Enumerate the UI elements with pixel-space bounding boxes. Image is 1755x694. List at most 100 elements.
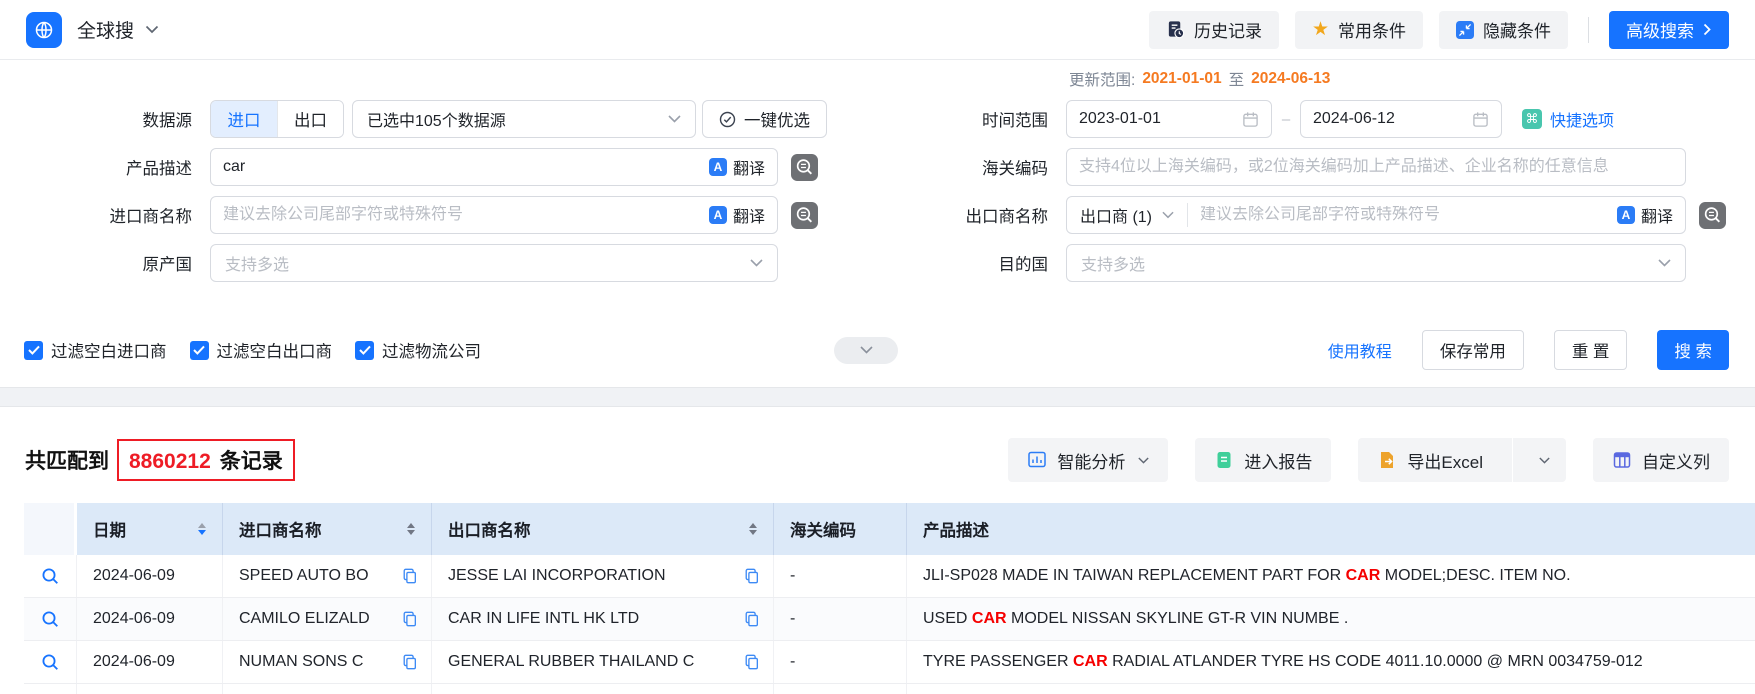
translate-button[interactable]: A 翻译 <box>709 203 765 227</box>
topbar-actions: 历史记录 ★ 常用条件 隐藏条件 高级搜索 <box>1149 11 1729 49</box>
start-date-field[interactable]: 2023-01-01 <box>1066 100 1272 138</box>
view-detail-button[interactable] <box>40 609 60 629</box>
translate-label: 翻译 <box>1641 203 1673 227</box>
importer-fieldbox: A 翻译 <box>210 196 778 234</box>
view-detail-button[interactable] <box>40 566 60 586</box>
results-header: 共匹配到 8860212 条记录 智能分析 进入报告 <box>0 437 1755 483</box>
checkbox-checked-icon <box>190 341 209 360</box>
results-table: 日期 进口商名称 出口商名称 <box>24 503 1755 694</box>
date-range-separator: – <box>1272 111 1300 128</box>
results-actions: 智能分析 进入报告 导出Excel <box>1008 438 1729 482</box>
copy-icon[interactable] <box>402 611 418 627</box>
header-hs-code: 海关编码 <box>774 503 907 555</box>
app-logo[interactable] <box>26 12 62 48</box>
tutorial-link[interactable]: 使用教程 <box>1328 338 1392 362</box>
import-tab[interactable]: 进口 <box>211 101 277 137</box>
dest-country-select[interactable]: 支持多选 <box>1066 244 1686 282</box>
importer-name-label: 进口商名称 <box>0 203 210 227</box>
view-detail-button[interactable] <box>40 652 60 672</box>
origin-country-label: 原产国 <box>0 251 210 275</box>
export-tab[interactable]: 出口 <box>277 101 343 137</box>
favorites-button[interactable]: ★ 常用条件 <box>1295 11 1423 49</box>
hide-conditions-button[interactable]: 隐藏条件 <box>1439 11 1568 49</box>
cell-date: 2024-06-09 <box>93 653 175 671</box>
table-row: 2024-06-09 CAMILO ELIZALD CAR IN LIFE IN… <box>24 598 1755 641</box>
exact-match-icon[interactable] <box>1699 202 1726 229</box>
export-excel-main[interactable]: 导出Excel <box>1358 438 1502 482</box>
header-desc-label: 产品描述 <box>923 517 989 541</box>
exact-match-icon[interactable] <box>791 154 818 181</box>
translate-button[interactable]: A 翻译 <box>709 155 765 179</box>
export-options-button[interactable] <box>1523 438 1566 482</box>
collapse-form-button[interactable] <box>834 337 898 364</box>
collapse-icon <box>1456 21 1474 39</box>
one-click-optimize-button[interactable]: 一键优选 <box>702 100 827 138</box>
product-desc-fieldbox: A 翻译 <box>210 148 778 186</box>
data-source-select[interactable]: 已选中105个数据源 <box>352 100 696 138</box>
importer-input[interactable] <box>223 197 709 233</box>
table-row: 2024-06-09 SPEED AUTO BO JESSE LAI INCOR… <box>24 555 1755 598</box>
custom-columns-label: 自定义列 <box>1642 448 1710 473</box>
translate-button[interactable]: A 翻译 <box>1617 203 1673 227</box>
end-date-field[interactable]: 2024-06-12 <box>1300 100 1502 138</box>
start-date-value: 2023-01-01 <box>1079 110 1161 128</box>
copy-icon[interactable] <box>402 654 418 670</box>
sort-date-control[interactable] <box>198 523 206 535</box>
smart-analysis-button[interactable]: 智能分析 <box>1008 438 1168 482</box>
chevron-down-icon <box>750 259 763 267</box>
match-count-prefix: 共匹配到 <box>25 445 109 475</box>
copy-icon[interactable] <box>402 568 418 584</box>
filter-blank-importer-checkbox[interactable]: 过滤空白进口商 <box>24 338 167 362</box>
update-range-to: 至 <box>1229 68 1245 90</box>
header-importer-label: 进口商名称 <box>239 517 322 541</box>
cell-product-desc: USED CAR MODEL NISSAN SKYLINE GT-R VIN N… <box>923 610 1348 628</box>
quick-options-link[interactable]: ⌘ 快捷选项 <box>1522 107 1614 131</box>
data-source-selected-value: 已选中105个数据源 <box>367 107 506 131</box>
chevron-down-icon <box>1162 211 1174 219</box>
search-button[interactable]: 搜 索 <box>1657 330 1729 370</box>
quick-options-label: 快捷选项 <box>1550 107 1614 131</box>
hs-code-input[interactable] <box>1079 149 1673 185</box>
copy-icon[interactable] <box>744 654 760 670</box>
copy-icon[interactable] <box>744 611 760 627</box>
enter-report-button[interactable]: 进入报告 <box>1195 438 1331 482</box>
table-header: 日期 进口商名称 出口商名称 <box>24 503 1755 555</box>
smart-analysis-label: 智能分析 <box>1057 448 1125 473</box>
header-exporter: 出口商名称 <box>432 503 774 555</box>
save-favorite-button[interactable]: 保存常用 <box>1422 330 1524 370</box>
row-product-hscode: 产品描述 A 翻译 海关编码 <box>0 148 1755 186</box>
advanced-search-label: 高级搜索 <box>1626 17 1694 42</box>
one-click-optimize-label: 一键优选 <box>744 107 810 131</box>
copy-icon[interactable] <box>744 568 760 584</box>
form-actions: 使用教程 保存常用 重 置 搜 索 <box>1328 330 1729 370</box>
row-data-source: 数据源 进口 出口 已选中105个数据源 <box>0 100 1755 138</box>
exporter-input[interactable] <box>1200 206 1617 224</box>
product-desc-label: 产品描述 <box>0 155 210 179</box>
exporter-type-select[interactable]: 出口商 (1) <box>1067 197 1187 233</box>
filter-blank-exporter-checkbox[interactable]: 过滤空白出口商 <box>190 338 333 362</box>
product-desc-input[interactable] <box>223 149 709 185</box>
origin-country-select[interactable]: 支持多选 <box>210 244 778 282</box>
command-icon: ⌘ <box>1522 109 1542 129</box>
sort-importer-control[interactable] <box>407 523 415 535</box>
cell-hs-code: - <box>790 567 795 585</box>
match-count-highlight-box: 8860212 条记录 <box>117 439 295 481</box>
cell-importer: NUMAN SONS C <box>239 653 363 671</box>
history-button[interactable]: 历史记录 <box>1149 11 1279 49</box>
reset-button[interactable]: 重 置 <box>1554 330 1628 370</box>
custom-columns-button[interactable]: 自定义列 <box>1593 438 1729 482</box>
translate-icon: A <box>709 206 727 224</box>
calendar-icon <box>1472 111 1489 128</box>
exact-match-icon[interactable] <box>791 202 818 229</box>
advanced-search-button[interactable]: 高级搜索 <box>1609 11 1729 49</box>
chevron-down-icon <box>1658 259 1671 267</box>
match-count-value: 8860212 <box>129 450 211 474</box>
trade-direction-toggle: 进口 出口 <box>210 100 344 138</box>
cell-product-desc: JLI-SP028 MADE IN TAIWAN REPLACEMENT PAR… <box>923 567 1571 585</box>
match-count-suffix: 条记录 <box>220 445 283 475</box>
filter-logistics-checkbox[interactable]: 过滤物流公司 <box>355 338 481 362</box>
sort-exporter-control[interactable] <box>749 523 757 535</box>
origin-country-placeholder: 支持多选 <box>225 251 289 275</box>
app-switch-chevron-down-icon[interactable] <box>145 25 159 34</box>
hs-code-label: 海关编码 <box>838 155 1066 179</box>
